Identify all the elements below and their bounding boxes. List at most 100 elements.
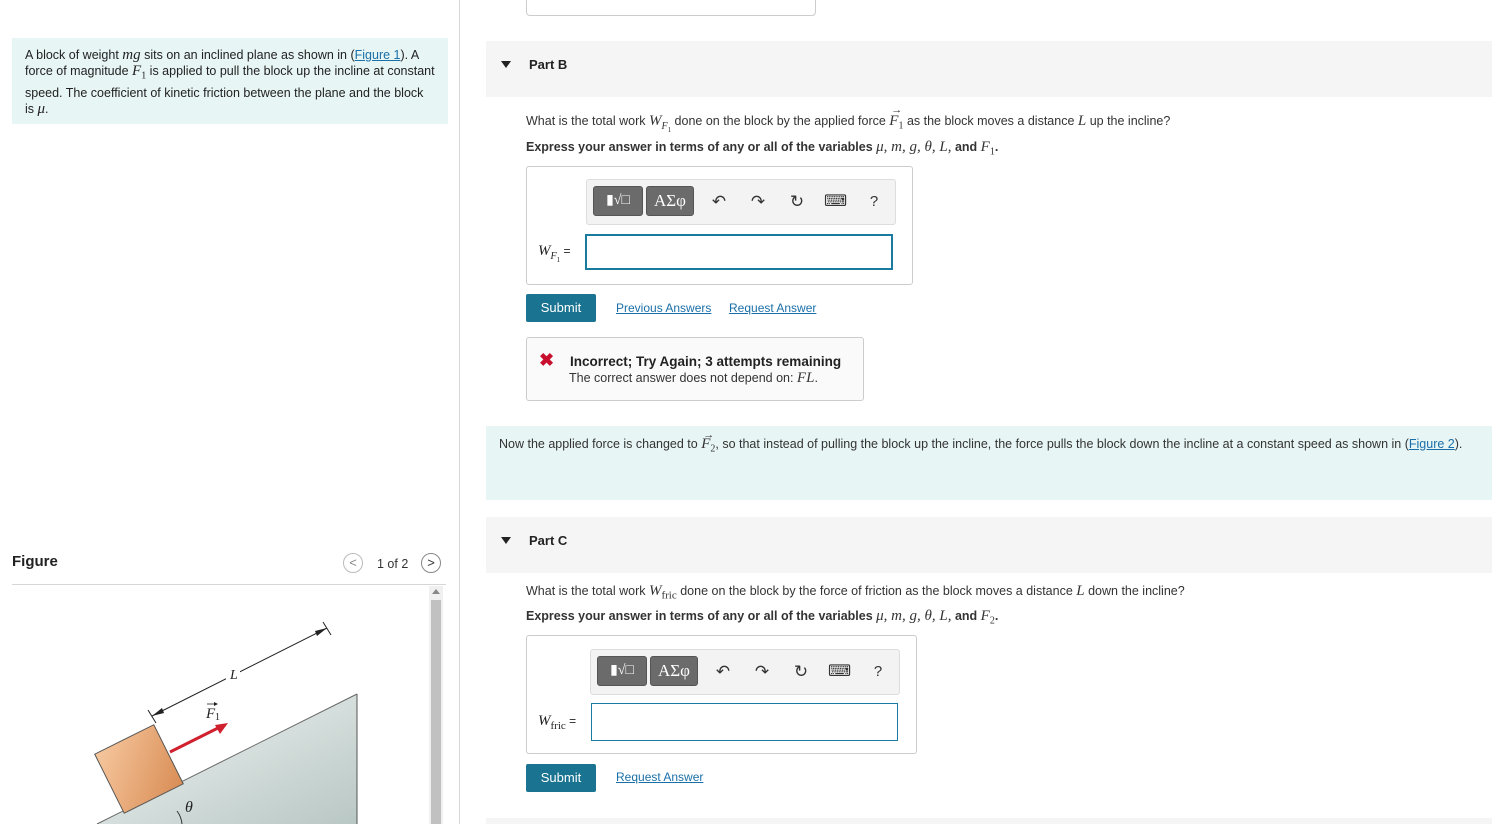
part-c-submit-button[interactable]: Submit <box>526 764 596 792</box>
help-icon[interactable]: ? <box>863 190 885 214</box>
keyboard-icon[interactable]: ⌨ <box>824 190 847 214</box>
figure-pager: 1 of 2 <box>377 557 409 571</box>
redo-icon[interactable]: ↷ <box>747 190 769 214</box>
math-last-var: F <box>980 608 990 624</box>
feedback-box: ✖ Incorrect; Try Again; 3 attempts remai… <box>526 337 864 401</box>
part-b-request-answer-link[interactable]: Request Answer <box>729 301 816 315</box>
math-toolbar: ▮√□ ΑΣφ ↶ ↷ ↻ ⌨ ? <box>590 649 900 695</box>
part-c-intro: Now the applied force is changed to → F2,… <box>486 426 1492 500</box>
math-F2-vec: → F <box>701 429 715 452</box>
math-variables: μ, m, g, θ, L, <box>876 139 952 155</box>
incorrect-x-icon: ✖ <box>539 350 555 370</box>
help-icon[interactable]: ? <box>867 660 889 684</box>
math-W: W <box>648 113 662 129</box>
incline-diagram: L F 1 θ <box>94 621 358 824</box>
intro-text: A block of weight <box>25 48 123 62</box>
scrollbar-thumb[interactable] <box>431 600 441 824</box>
part-b-express: Express your answer in terms of any or a… <box>526 139 998 158</box>
part-c-answer-box: ▮√□ ΑΣφ ↶ ↷ ↻ ⌨ ? Wfric = <box>526 635 917 754</box>
reset-icon[interactable]: ↻ <box>790 660 812 684</box>
part-c-question: What is the total work Wfric done on the… <box>526 583 1185 602</box>
keyboard-icon[interactable]: ⌨ <box>828 660 851 684</box>
info-text: ). <box>1454 437 1463 451</box>
right-panel: Part B What is the total work WF1 done o… <box>460 0 1496 824</box>
math-W: W <box>648 583 662 599</box>
reset-icon[interactable]: ↻ <box>786 190 808 214</box>
figure-title: Figure <box>12 553 58 570</box>
scroll-up-icon[interactable] <box>432 589 440 594</box>
part-b-answer-label: WF1 = <box>538 243 570 264</box>
templates-button[interactable]: ▮√□ <box>593 186 643 216</box>
templates-button[interactable]: ▮√□ <box>597 656 647 686</box>
redo-icon[interactable]: ↷ <box>751 660 773 684</box>
figure-scrollbar[interactable] <box>429 586 443 824</box>
express-text: Express your answer in terms of any or a… <box>526 140 877 154</box>
next-figure-button[interactable]: > <box>421 553 441 573</box>
prev-figure-button[interactable]: < <box>343 553 363 573</box>
express-text: and <box>951 609 981 623</box>
intro-text: . <box>45 101 49 116</box>
undo-icon[interactable]: ↶ <box>708 190 730 214</box>
math-FL: FL <box>796 370 815 386</box>
collapse-triangle-icon[interactable] <box>501 537 511 544</box>
feedback-text: . <box>814 371 818 385</box>
next-part-header-fragment <box>486 818 1492 824</box>
previous-answers-link[interactable]: Previous Answers <box>616 301 711 315</box>
math-mg: mg <box>122 47 141 63</box>
figure-2-link[interactable]: Figure 2 <box>1409 437 1455 451</box>
label-theta: θ <box>185 799 193 816</box>
question-text: up the incline? <box>1086 114 1171 128</box>
info-text: , so that instead of pulling the block u… <box>715 437 1409 451</box>
math-mu: μ <box>37 100 46 117</box>
question-text: done on the block by the force of fricti… <box>676 584 1077 598</box>
previous-part-box-fragment <box>526 0 816 16</box>
label-equals: = <box>565 714 577 728</box>
part-c-express: Express your answer in terms of any or a… <box>526 608 998 627</box>
part-c-header[interactable]: Part C <box>486 517 1492 573</box>
math-F-vec: → F <box>889 104 903 129</box>
question-text: done on the block by the applied force <box>671 114 890 128</box>
express-text: Express your answer in terms of any or a… <box>526 609 877 623</box>
feedback-detail: The correct answer does not depend on: F… <box>569 370 818 387</box>
part-b-answer-input[interactable] <box>585 234 893 270</box>
collapse-triangle-icon[interactable] <box>501 61 511 68</box>
part-c-answer-input[interactable] <box>591 703 898 741</box>
math-toolbar: ▮√□ ΑΣφ ↶ ↷ ↻ ⌨ ? <box>586 179 896 225</box>
label-W: W <box>538 713 551 729</box>
feedback-text: The correct answer does not depend on: <box>569 371 797 385</box>
figure-1-link[interactable]: Figure 1 <box>355 48 401 62</box>
part-c-answer-label: Wfric = <box>538 713 576 732</box>
undo-icon[interactable]: ↶ <box>712 660 734 684</box>
part-b-header[interactable]: Part B <box>486 41 1492 97</box>
figure-header: Figure < 1 of 2 > <box>12 550 446 585</box>
label-W: W <box>538 243 551 259</box>
express-text: . <box>994 609 999 623</box>
part-b-submit-button[interactable]: Submit <box>526 294 596 322</box>
problem-intro: A block of weight mg sits on an inclined… <box>12 38 448 124</box>
question-text: What is the total work <box>526 584 649 598</box>
part-c-request-answer-link[interactable]: Request Answer <box>616 770 703 784</box>
math-variables: μ, m, g, θ, L, <box>876 608 952 624</box>
question-text: as the block moves a distance <box>903 114 1078 128</box>
math-L: L <box>1077 113 1087 129</box>
info-text: Now the applied force is changed to <box>499 437 702 451</box>
force-arrow <box>215 723 228 734</box>
math-F1: F <box>132 63 142 79</box>
math-L: L <box>1076 583 1085 599</box>
part-c-title: Part C <box>529 533 568 548</box>
label-F-sub: 1 <box>215 712 220 723</box>
greek-symbols-button[interactable]: ΑΣφ <box>646 186 694 216</box>
feedback-title: Incorrect; Try Again; 3 attempts remaini… <box>570 354 842 369</box>
math-W-sub: fric <box>661 589 677 602</box>
greek-symbols-button[interactable]: ΑΣφ <box>650 656 698 686</box>
question-text: What is the total work <box>526 114 649 128</box>
label-W-sub: fric <box>550 720 566 732</box>
figure-image: L F 1 θ <box>12 586 430 824</box>
math-last-var: F <box>980 139 990 155</box>
express-text: and <box>951 140 981 154</box>
left-panel: A block of weight mg sits on an inclined… <box>0 0 460 824</box>
question-text: down the incline? <box>1084 584 1185 598</box>
part-b-answer-box: ▮√□ ΑΣφ ↶ ↷ ↻ ⌨ ? WF1 = <box>526 166 913 285</box>
part-b-title: Part B <box>529 57 568 72</box>
part-b-question: What is the total work WF1 done on the b… <box>526 104 1171 134</box>
